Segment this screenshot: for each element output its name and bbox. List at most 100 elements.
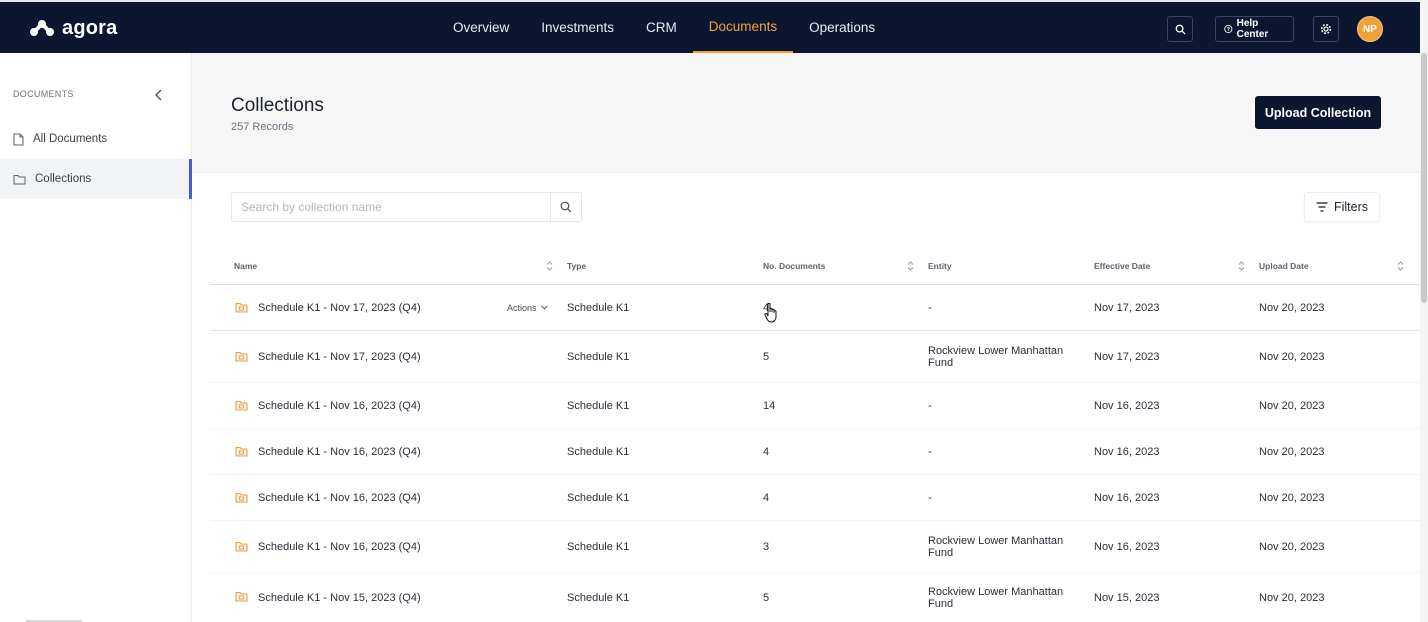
column-header-entity[interactable]: Entity [928, 247, 952, 285]
cell-entity: - [928, 399, 932, 412]
collection-folder-icon [235, 541, 248, 552]
page-scrollbar-thumb[interactable] [1421, 53, 1427, 303]
search-icon [1175, 24, 1186, 35]
sort-icon[interactable] [546, 260, 553, 272]
top-navbar: agora Overview Investments CRM Documents… [0, 0, 1420, 53]
help-icon: ? [1224, 24, 1233, 33]
column-header-effective-date[interactable]: Effective Date [1094, 247, 1150, 285]
user-avatar[interactable]: NP [1357, 16, 1383, 42]
column-header-documents[interactable]: No. Documents [763, 247, 825, 285]
cell-effective-date: Nov 16, 2023 [1094, 445, 1160, 458]
cell-type: Schedule K1 [567, 350, 630, 363]
cell-name[interactable]: Schedule K1 - Nov 16, 2023 (Q4) [258, 521, 421, 572]
row-actions-dropdown[interactable]: Actions [507, 285, 548, 330]
filter-icon [1316, 202, 1328, 212]
table-row[interactable]: Schedule K1 - Nov 16, 2023 (Q4) Schedule… [210, 383, 1420, 429]
chevron-down-icon [540, 305, 548, 310]
cell-entity: - [928, 301, 932, 314]
logo-text: agora [62, 16, 118, 39]
cell-entity: - [928, 491, 932, 504]
cell-upload-date: Nov 20, 2023 [1259, 399, 1325, 412]
column-header-name[interactable]: Name [234, 247, 257, 285]
table-header: Name Type No. Documents Entity Effective… [210, 247, 1420, 285]
cell-upload-date: Nov 20, 2023 [1259, 491, 1325, 504]
collection-folder-icon [235, 591, 248, 602]
column-header-type[interactable]: Type [567, 247, 586, 285]
help-center-label: Help Center [1236, 18, 1269, 40]
cell-name[interactable]: Schedule K1 - Nov 16, 2023 (Q4) [258, 429, 421, 474]
upload-collection-button[interactable]: Upload Collection [1255, 96, 1381, 129]
cell-effective-date: Nov 17, 2023 [1094, 301, 1160, 314]
cell-effective-date: Nov 16, 2023 [1094, 491, 1160, 504]
main-nav: Overview Investments CRM Documents Opera… [437, 2, 891, 53]
table-row[interactable]: Schedule K1 - Nov 16, 2023 (Q4) Schedule… [210, 521, 1420, 573]
table-row[interactable]: Schedule K1 - Nov 16, 2023 (Q4) Schedule… [210, 475, 1420, 521]
cell-effective-date: Nov 15, 2023 [1094, 591, 1160, 604]
main-content: Collections 257 Records Upload Collectio… [192, 53, 1420, 622]
cell-entity: - [928, 445, 932, 458]
cell-upload-date: Nov 20, 2023 [1259, 301, 1325, 314]
cell-name[interactable]: Schedule K1 - Nov 16, 2023 (Q4) [258, 475, 421, 520]
cell-name[interactable]: Schedule K1 - Nov 17, 2023 (Q4) [258, 331, 421, 382]
sort-icon[interactable] [907, 260, 914, 272]
agora-logo-icon [30, 20, 54, 36]
cell-documents: 3 [763, 540, 770, 553]
global-search-button[interactable] [1167, 16, 1193, 42]
gear-icon [1320, 23, 1332, 35]
folder-icon [13, 174, 26, 184]
cell-upload-date: Nov 20, 2023 [1259, 445, 1325, 458]
cell-type: Schedule K1 [567, 445, 630, 458]
cell-documents: 14 [763, 399, 776, 412]
filters-label: Filters [1333, 200, 1369, 214]
cell-type: Schedule K1 [567, 540, 630, 553]
page-header: Collections 257 Records Upload Collectio… [192, 53, 1420, 173]
column-header-upload-date[interactable]: Upload Date [1259, 247, 1309, 285]
sidebar-header: DOCUMENTS [13, 89, 74, 99]
cell-name[interactable]: Schedule K1 - Nov 16, 2023 (Q4) [258, 383, 421, 428]
cell-entity: Rockview Lower Manhattan Fund [928, 585, 1064, 610]
nav-documents[interactable]: Documents [692, 2, 794, 53]
search-button[interactable] [550, 193, 581, 221]
settings-button[interactable] [1313, 16, 1339, 42]
cell-upload-date: Nov 20, 2023 [1259, 350, 1325, 363]
sort-icon[interactable] [1397, 260, 1404, 272]
table-row[interactable]: Schedule K1 - Nov 17, 2023 (Q4) Actions … [210, 285, 1420, 331]
chevron-left-icon[interactable] [153, 88, 165, 102]
sort-icon[interactable] [1238, 260, 1245, 272]
table-row[interactable]: Schedule K1 - Nov 16, 2023 (Q4) Schedule… [210, 429, 1420, 475]
cell-documents: 5 [763, 591, 770, 604]
sidebar-item-collections[interactable]: Collections [0, 159, 192, 199]
cell-upload-date: Nov 20, 2023 [1259, 540, 1325, 553]
sidebar-item-label: All Documents [33, 133, 108, 145]
search-bar [231, 192, 582, 222]
cell-type: Schedule K1 [567, 399, 630, 412]
table-row[interactable]: Schedule K1 - Nov 17, 2023 (Q4) Schedule… [210, 331, 1420, 383]
collection-folder-icon [235, 446, 248, 457]
document-icon [13, 133, 24, 145]
nav-crm[interactable]: CRM [630, 2, 693, 53]
cell-name[interactable]: Schedule K1 - Nov 17, 2023 (Q4) [258, 285, 421, 330]
cell-effective-date: Nov 16, 2023 [1094, 540, 1160, 553]
app-logo[interactable]: agora [28, 16, 117, 40]
page-title: Collections [231, 95, 324, 116]
actions-label: Actions [507, 302, 537, 313]
table-row[interactable]: Schedule K1 - Nov 15, 2023 (Q4) Schedule… [210, 573, 1420, 622]
nav-investments[interactable]: Investments [525, 2, 630, 53]
sidebar-item-label: Collections [35, 173, 92, 185]
records-count: 257 Records [231, 121, 294, 133]
cell-documents: 5 [763, 350, 770, 363]
cell-type: Schedule K1 [567, 491, 630, 504]
help-center-button[interactable]: ? Help Center [1215, 16, 1294, 42]
search-icon [560, 201, 572, 213]
nav-operations[interactable]: Operations [793, 2, 891, 53]
cell-entity: Rockview Lower Manhattan Fund [928, 344, 1064, 369]
cell-name[interactable]: Schedule K1 - Nov 15, 2023 (Q4) [258, 573, 421, 622]
cell-documents: 4 [763, 491, 770, 504]
nav-overview[interactable]: Overview [437, 2, 525, 53]
search-input[interactable] [232, 193, 550, 221]
sidebar-item-all-documents[interactable]: All Documents [0, 119, 192, 159]
cell-entity: Rockview Lower Manhattan Fund [928, 534, 1064, 559]
cell-upload-date: Nov 20, 2023 [1259, 591, 1325, 604]
filters-button[interactable]: Filters [1304, 192, 1380, 222]
collection-folder-icon [235, 351, 248, 362]
